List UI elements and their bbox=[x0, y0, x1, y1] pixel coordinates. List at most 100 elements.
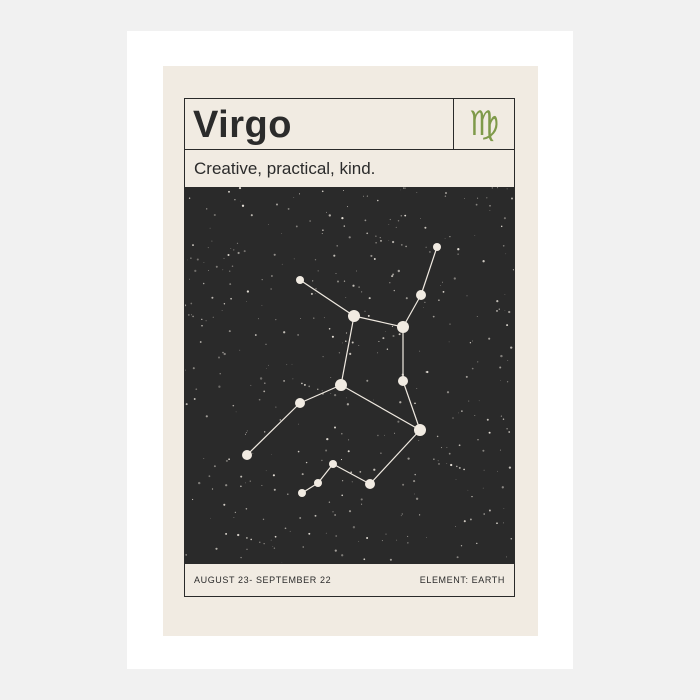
speckle bbox=[350, 471, 353, 474]
speckle bbox=[330, 393, 332, 394]
speckle bbox=[300, 318, 302, 319]
speckle bbox=[268, 223, 269, 225]
constellation-line bbox=[420, 246, 438, 296]
speckle bbox=[240, 556, 242, 559]
speckle bbox=[275, 319, 277, 321]
speckle bbox=[377, 352, 379, 354]
speckle bbox=[400, 243, 403, 246]
speckle bbox=[219, 373, 221, 375]
speckle bbox=[315, 287, 317, 290]
speckle bbox=[274, 535, 277, 538]
speckle bbox=[366, 537, 369, 539]
speckle bbox=[345, 340, 347, 342]
speckle bbox=[232, 404, 235, 407]
speckle bbox=[366, 232, 369, 235]
speckle bbox=[415, 497, 419, 500]
speckle bbox=[190, 257, 192, 259]
speckle bbox=[190, 302, 193, 305]
speckle bbox=[287, 493, 289, 495]
speckle bbox=[326, 437, 329, 441]
speckle bbox=[389, 282, 391, 284]
speckle bbox=[346, 206, 349, 208]
speckle bbox=[325, 449, 328, 452]
speckle bbox=[246, 290, 250, 293]
speckle bbox=[510, 538, 513, 540]
speckle bbox=[301, 382, 303, 385]
speckle bbox=[367, 314, 370, 317]
speckle bbox=[507, 360, 509, 362]
speckle bbox=[404, 214, 407, 217]
speckle bbox=[286, 364, 288, 366]
speckle bbox=[315, 293, 317, 294]
speckle bbox=[397, 220, 400, 222]
speckle bbox=[222, 351, 224, 354]
speckle bbox=[193, 398, 196, 400]
speckle bbox=[446, 447, 448, 448]
speckle bbox=[483, 513, 485, 515]
speckle bbox=[386, 348, 389, 350]
speckle bbox=[343, 280, 346, 282]
speckle bbox=[385, 533, 387, 535]
speckle bbox=[486, 197, 488, 199]
speckle bbox=[331, 335, 334, 338]
speckle bbox=[333, 254, 336, 257]
speckle bbox=[203, 262, 205, 263]
speckle bbox=[396, 539, 398, 541]
speckle bbox=[482, 487, 484, 489]
speckle bbox=[249, 480, 251, 482]
speckle bbox=[418, 440, 420, 441]
speckle bbox=[317, 270, 319, 272]
speckle bbox=[440, 285, 442, 286]
speckle bbox=[293, 258, 295, 260]
speckle bbox=[474, 415, 476, 416]
speckle bbox=[502, 244, 505, 247]
speckle bbox=[192, 367, 195, 370]
speckle bbox=[287, 207, 290, 210]
speckle bbox=[448, 452, 451, 455]
speckle bbox=[211, 488, 214, 490]
speckle bbox=[343, 225, 346, 227]
speckle bbox=[245, 482, 246, 484]
constellation-star bbox=[365, 479, 375, 489]
speckle bbox=[299, 517, 302, 519]
speckle bbox=[225, 484, 228, 487]
speckle bbox=[301, 473, 304, 476]
speckle bbox=[215, 547, 218, 550]
speckle bbox=[477, 197, 479, 199]
speckle bbox=[372, 399, 374, 401]
constellation-star bbox=[298, 489, 306, 497]
speckle bbox=[379, 237, 381, 239]
poster-tagline: Creative, practical, kind. bbox=[194, 159, 376, 178]
speckle bbox=[505, 556, 508, 558]
speckle bbox=[467, 489, 469, 491]
speckle bbox=[213, 213, 216, 217]
speckle bbox=[310, 292, 313, 295]
constellation-line bbox=[340, 384, 421, 431]
speckle bbox=[297, 450, 300, 453]
speckle bbox=[432, 315, 435, 318]
speckle bbox=[400, 515, 402, 517]
constellation-line bbox=[353, 315, 404, 328]
poster-footer: AUGUST 23- SEPTEMBER 22 ELEMENT: EARTH bbox=[185, 563, 514, 597]
speckle bbox=[335, 535, 338, 537]
speckle bbox=[245, 300, 247, 302]
speckle bbox=[343, 190, 345, 191]
speckle bbox=[399, 401, 402, 404]
speckle bbox=[424, 301, 426, 304]
constellation-star bbox=[433, 243, 441, 251]
speckle bbox=[195, 388, 198, 391]
speckle bbox=[437, 460, 439, 462]
speckle bbox=[377, 199, 379, 202]
speckle bbox=[373, 468, 376, 471]
speckle bbox=[314, 514, 317, 517]
speckle bbox=[458, 444, 461, 447]
speckle bbox=[471, 495, 473, 498]
speckle bbox=[499, 449, 501, 451]
constellation-star bbox=[397, 321, 409, 333]
speckle bbox=[273, 488, 276, 491]
speckle bbox=[317, 388, 319, 390]
speckle bbox=[391, 325, 393, 327]
speckle bbox=[496, 309, 498, 312]
speckle bbox=[407, 535, 409, 537]
speckle bbox=[231, 265, 234, 267]
